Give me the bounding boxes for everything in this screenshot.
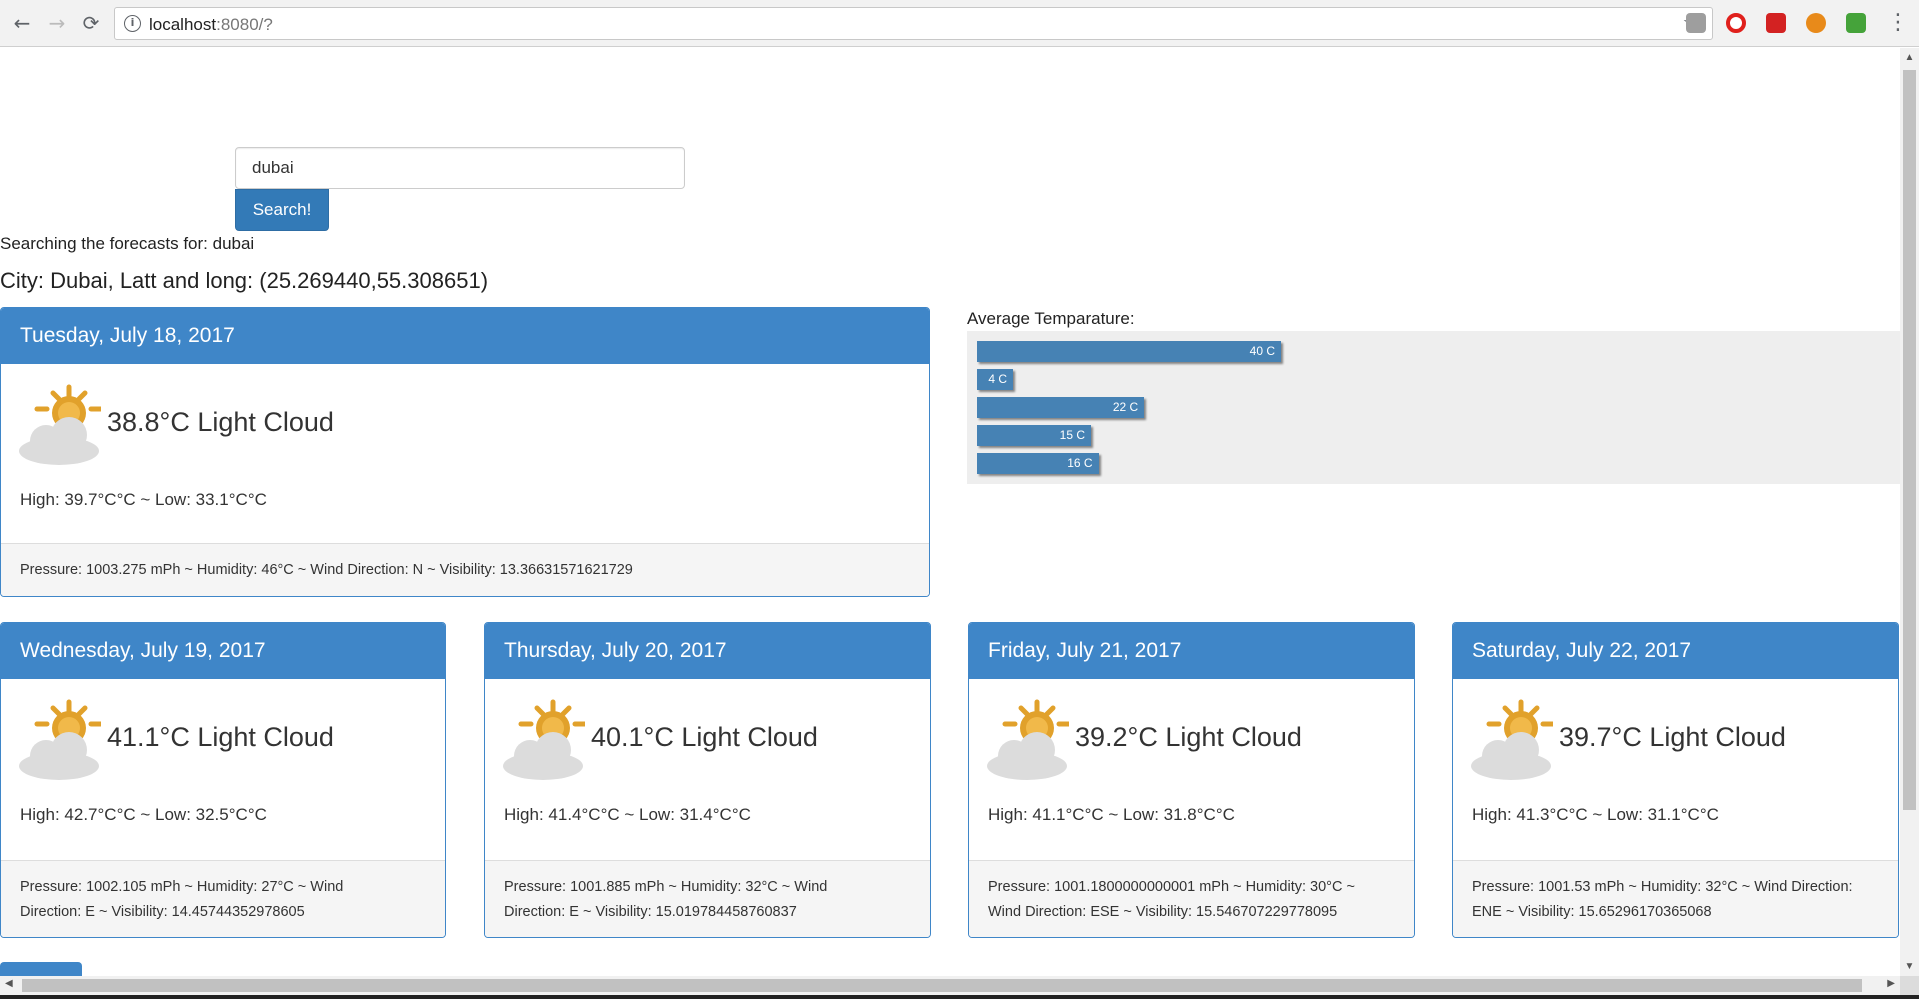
vertical-scroll-thumb[interactable] [1903, 70, 1916, 810]
forecast-card-day-4: Friday, July 21, 2017 39.2°C Light Cloud… [968, 622, 1415, 938]
partial-button[interactable] [0, 962, 82, 976]
cookie-extension-icon[interactable] [1806, 13, 1826, 33]
forecast-card-day-5: Saturday, July 22, 2017 39.7°C Light Clo… [1452, 622, 1899, 938]
temperature-bar: 22 C [977, 397, 1145, 418]
scrollbar-corner [1900, 976, 1919, 995]
forecast-date: Thursday, July 20, 2017 [485, 623, 930, 679]
forecast-summary: 40.1°C Light Cloud [591, 722, 818, 752]
average-temperature-chart: 40 C 4 C 22 C 15 C 16 C [967, 331, 1900, 484]
temperature-bar: 16 C [977, 453, 1099, 474]
pdf-extension-icon[interactable] [1766, 13, 1786, 33]
address-url[interactable]: localhost:8080/? [149, 15, 273, 35]
forecast-card-day-3: Thursday, July 20, 2017 40.1°C Light Clo… [484, 622, 931, 938]
light-cloud-icon [1471, 698, 1556, 780]
address-bar[interactable]: i localhost:8080/? ☆ [114, 7, 1713, 40]
search-button[interactable]: Search! [235, 189, 329, 231]
light-cloud-icon [19, 698, 104, 780]
forecast-date: Friday, July 21, 2017 [969, 623, 1414, 679]
light-cloud-icon [503, 698, 588, 780]
forecast-high-low: High: 41.4°C°C ~ Low: 31.4°C°C [504, 805, 751, 824]
city-coordinates: City: Dubai, Latt and long: (25.269440,5… [0, 268, 489, 293]
average-temperature-label: Average Temparature: [967, 309, 1135, 328]
forecast-card-day-2: Wednesday, July 19, 2017 41.1°C Light Cl… [0, 622, 446, 938]
opera-extension-icon[interactable] [1726, 13, 1746, 33]
scroll-up-icon[interactable]: ▲ [1904, 52, 1915, 63]
light-cloud-icon [987, 698, 1072, 780]
forecast-summary: 39.7°C Light Cloud [1559, 722, 1786, 752]
search-input[interactable] [235, 147, 685, 189]
reload-icon[interactable]: ⟳ [77, 9, 105, 37]
browser-menu-icon[interactable]: ⋮ [1887, 9, 1909, 37]
forecast-high-low: High: 42.7°C°C ~ Low: 32.5°C°C [20, 805, 267, 824]
extension-icon[interactable] [1686, 13, 1706, 33]
forecast-high-low: High: 41.3°C°C ~ Low: 31.1°C°C [1472, 805, 1719, 824]
light-cloud-icon [19, 383, 104, 465]
window-bottom-edge [0, 995, 1919, 999]
browser-toolbar: ← → ⟳ i localhost:8080/? ☆ ⋮ [0, 0, 1919, 47]
back-icon[interactable]: ← [8, 9, 36, 37]
scroll-right-icon[interactable]: ▶ [1887, 978, 1895, 989]
forecast-date: Wednesday, July 19, 2017 [1, 623, 445, 679]
horizontal-scrollbar[interactable]: ◀ ▶ [0, 976, 1900, 995]
forecast-date: Saturday, July 22, 2017 [1453, 623, 1898, 679]
forecast-high-low: High: 41.1°C°C ~ Low: 31.8°C°C [988, 805, 1235, 824]
search-status-text: Searching the forecasts for: dubai [0, 234, 255, 253]
scroll-left-icon[interactable]: ◀ [5, 978, 13, 989]
forecast-details: Pressure: 1001.1800000000001 mPh ~ Humid… [969, 860, 1414, 937]
forecast-details: Pressure: 1001.53 mPh ~ Humidity: 32°C ~… [1453, 860, 1898, 937]
forecast-summary: 39.2°C Light Cloud [1075, 722, 1302, 752]
forecast-summary: 38.8°C Light Cloud [107, 407, 334, 437]
temperature-bar: 4 C [977, 369, 1013, 390]
forecast-details: Pressure: 1001.885 mPh ~ Humidity: 32°C … [485, 860, 930, 937]
forecast-date: Tuesday, July 18, 2017 [1, 308, 929, 364]
forecast-summary: 41.1°C Light Cloud [107, 722, 334, 752]
forecast-details: Pressure: 1002.105 mPh ~ Humidity: 27°C … [1, 860, 445, 937]
vertical-scrollbar[interactable]: ▲ ▼ [1900, 48, 1919, 976]
forecast-card-today: Tuesday, July 18, 2017 38.8°C Light Clou… [0, 307, 930, 597]
forecast-high-low: High: 39.7°C°C ~ Low: 33.1°C°C [20, 490, 267, 509]
cors-extension-icon[interactable] [1846, 13, 1866, 33]
info-icon[interactable]: i [124, 15, 141, 32]
horizontal-scroll-thumb[interactable] [22, 979, 1862, 992]
temperature-bar: 40 C [977, 341, 1281, 362]
temperature-bar: 15 C [977, 425, 1091, 446]
forecast-details: Pressure: 1003.275 mPh ~ Humidity: 46°C … [1, 543, 929, 596]
forward-icon[interactable]: → [43, 9, 71, 37]
scroll-down-icon[interactable]: ▼ [1904, 961, 1915, 972]
